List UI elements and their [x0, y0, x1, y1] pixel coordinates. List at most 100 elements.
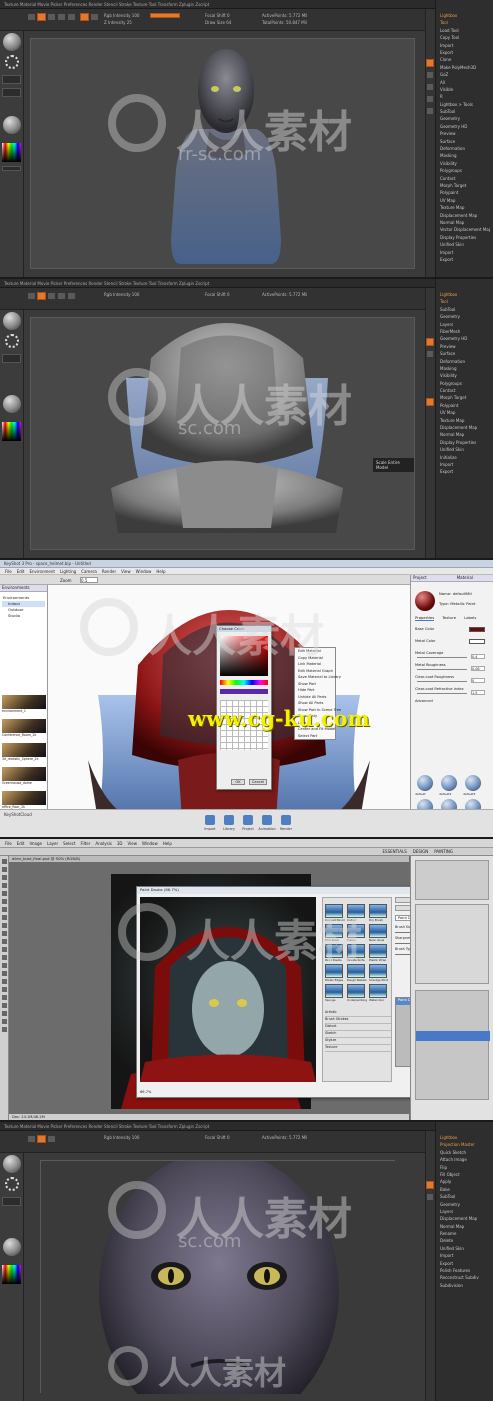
rgb-intensity-readout[interactable]: Rgb Intensity 100 [104, 292, 139, 297]
move-button[interactable] [47, 1135, 56, 1143]
tool-menu-item[interactable]: All [440, 79, 490, 86]
zbrush-canvas[interactable]: Scale Entire Model [30, 317, 415, 550]
tool-menu-item[interactable]: Lightbox > Tools [440, 101, 490, 108]
tool-menu-item[interactable]: Export [440, 49, 490, 56]
tool-menu-item[interactable]: Layers [440, 1208, 490, 1215]
tool-icon[interactable] [2, 971, 7, 976]
filter-group[interactable]: Distort [325, 1024, 391, 1031]
tool-menu-item[interactable]: Contact [440, 175, 490, 182]
workspace-tab[interactable]: ESSENTIALS [383, 849, 407, 854]
scale-button[interactable] [57, 13, 66, 21]
material-ball-icon[interactable] [417, 775, 433, 791]
menu-item-render[interactable]: Render [102, 569, 116, 574]
environment-item[interactable]: Greenhouse_dome [0, 767, 48, 789]
zsub-button[interactable] [90, 13, 99, 21]
tool-menu-item[interactable]: Deformation [440, 358, 490, 365]
tool-icon[interactable] [2, 1027, 7, 1032]
field-value[interactable]: 0.4 [471, 654, 485, 659]
tool-menu-item[interactable]: GoZ [440, 71, 490, 78]
filter-group[interactable]: Texture [325, 1045, 391, 1052]
move-button[interactable] [47, 13, 56, 21]
filter-group[interactable]: Brush Strokes [325, 1017, 391, 1024]
tool-icon[interactable] [2, 867, 7, 872]
tool-menu-item[interactable]: Unified Skin [440, 1245, 490, 1252]
tool-icon[interactable] [2, 883, 7, 888]
filter-thumb[interactable] [347, 984, 365, 998]
color-picker[interactable] [2, 143, 21, 162]
tool-menu-item[interactable]: Attach Image [440, 1156, 490, 1163]
library-dock-icon[interactable] [224, 815, 234, 825]
color-field[interactable] [220, 636, 268, 676]
tool-menu-item[interactable]: Tool [440, 19, 490, 26]
tool-icon[interactable] [2, 939, 7, 944]
tool-icon[interactable] [2, 891, 7, 896]
tool-menu-item[interactable]: Export [440, 256, 490, 263]
keyshot-cloud-label[interactable]: KeyShotCloud [4, 812, 32, 817]
tool-menu-item[interactable]: Masking [440, 152, 490, 159]
hue-slider[interactable] [220, 680, 268, 685]
properties-tab-properties[interactable]: Properties [415, 615, 435, 621]
tool-menu-item[interactable]: Lightbox [440, 1134, 490, 1141]
tool-icon[interactable] [2, 955, 7, 960]
material-sphere-icon[interactable] [3, 395, 21, 413]
tool-menu-item[interactable]: FiberMesh [440, 328, 490, 335]
focal-shift-readout[interactable]: Focal Shift 0 [205, 1135, 230, 1140]
menu-item-lighting[interactable]: Lighting [60, 569, 76, 574]
tool-icon[interactable] [2, 987, 7, 992]
layers-panel[interactable] [415, 990, 490, 1100]
tool-menu-item[interactable]: Surface [440, 350, 490, 357]
alpha-button[interactable] [2, 75, 21, 84]
field-slider[interactable] [417, 669, 467, 670]
rotate-button[interactable] [67, 13, 76, 21]
tool-menu-item[interactable]: Displacement Map [440, 212, 490, 219]
tool-menu-item[interactable]: Bake [440, 1186, 490, 1193]
tool-menu-item[interactable]: Polish Features [440, 1267, 490, 1274]
tool-menu-item[interactable]: Export [440, 1260, 490, 1267]
tool-icon[interactable] [2, 923, 7, 928]
field-slider[interactable] [417, 681, 467, 682]
properties-tab-labels[interactable]: Labels [464, 615, 476, 620]
tool-icon[interactable] [2, 1003, 7, 1008]
field-slider[interactable] [417, 693, 467, 694]
filter-thumb[interactable] [325, 964, 343, 978]
field-value[interactable]: 1.5 [471, 690, 485, 695]
menu-item-camera[interactable]: Camera [81, 569, 97, 574]
draw-button[interactable] [37, 292, 46, 300]
menu-item-view[interactable]: View [128, 841, 138, 846]
tool-menu-item[interactable]: Import [440, 461, 490, 468]
tool-menu-item[interactable]: Polypaint [440, 402, 490, 409]
context-menu-item[interactable]: Select Part [295, 733, 335, 740]
context-menu-item[interactable]: Save Material to Library [295, 674, 341, 681]
color-picker[interactable] [2, 1265, 21, 1284]
perspective-button[interactable] [426, 1181, 434, 1189]
menu-item-edit[interactable]: Edit [17, 569, 25, 574]
tool-menu-item[interactable]: Make PolyMesh3D [440, 64, 490, 71]
tool-menu-item[interactable]: Export [440, 468, 490, 475]
tool-menu-item[interactable]: Lightbox [440, 291, 490, 298]
tool-menu-item[interactable]: Display Properties [440, 439, 490, 446]
tool-menu-item[interactable]: Fill Object [440, 1171, 490, 1178]
z-intensity-slider[interactable] [150, 13, 180, 18]
tool-menu-item[interactable]: Geometry [440, 1201, 490, 1208]
filter-thumb[interactable] [347, 944, 365, 958]
tool-icon[interactable] [2, 1011, 7, 1016]
menu-item-environment[interactable]: Environment [29, 569, 55, 574]
menu-item-window[interactable]: Window [136, 569, 152, 574]
tool-menu-item[interactable]: Surface [440, 138, 490, 145]
menu-item-window[interactable]: Window [142, 841, 158, 846]
tool-menu-item[interactable]: Rename [440, 1230, 490, 1237]
cancel-button[interactable]: Cancel [249, 779, 267, 785]
menu-item-file[interactable]: File [5, 841, 12, 846]
filter-group[interactable]: Artistic [325, 1010, 391, 1017]
workspace-tab[interactable]: PAINTING [434, 849, 453, 854]
texture-button[interactable] [2, 88, 21, 97]
photoshop-canvas[interactable]: Paint Daubs (66.7%) 66.7% Colored Pencil… [9, 862, 466, 1114]
switch-color-button[interactable] [2, 166, 21, 171]
tool-menu-item[interactable]: Visibility [440, 372, 490, 379]
tool-icon[interactable] [2, 995, 7, 1000]
filter-thumb[interactable] [347, 904, 365, 918]
menu-item-help[interactable]: Help [163, 841, 172, 846]
tool-menu-item[interactable]: R [440, 93, 490, 100]
brush-standard-icon[interactable] [3, 1155, 21, 1173]
selected-layer[interactable] [416, 1031, 490, 1041]
